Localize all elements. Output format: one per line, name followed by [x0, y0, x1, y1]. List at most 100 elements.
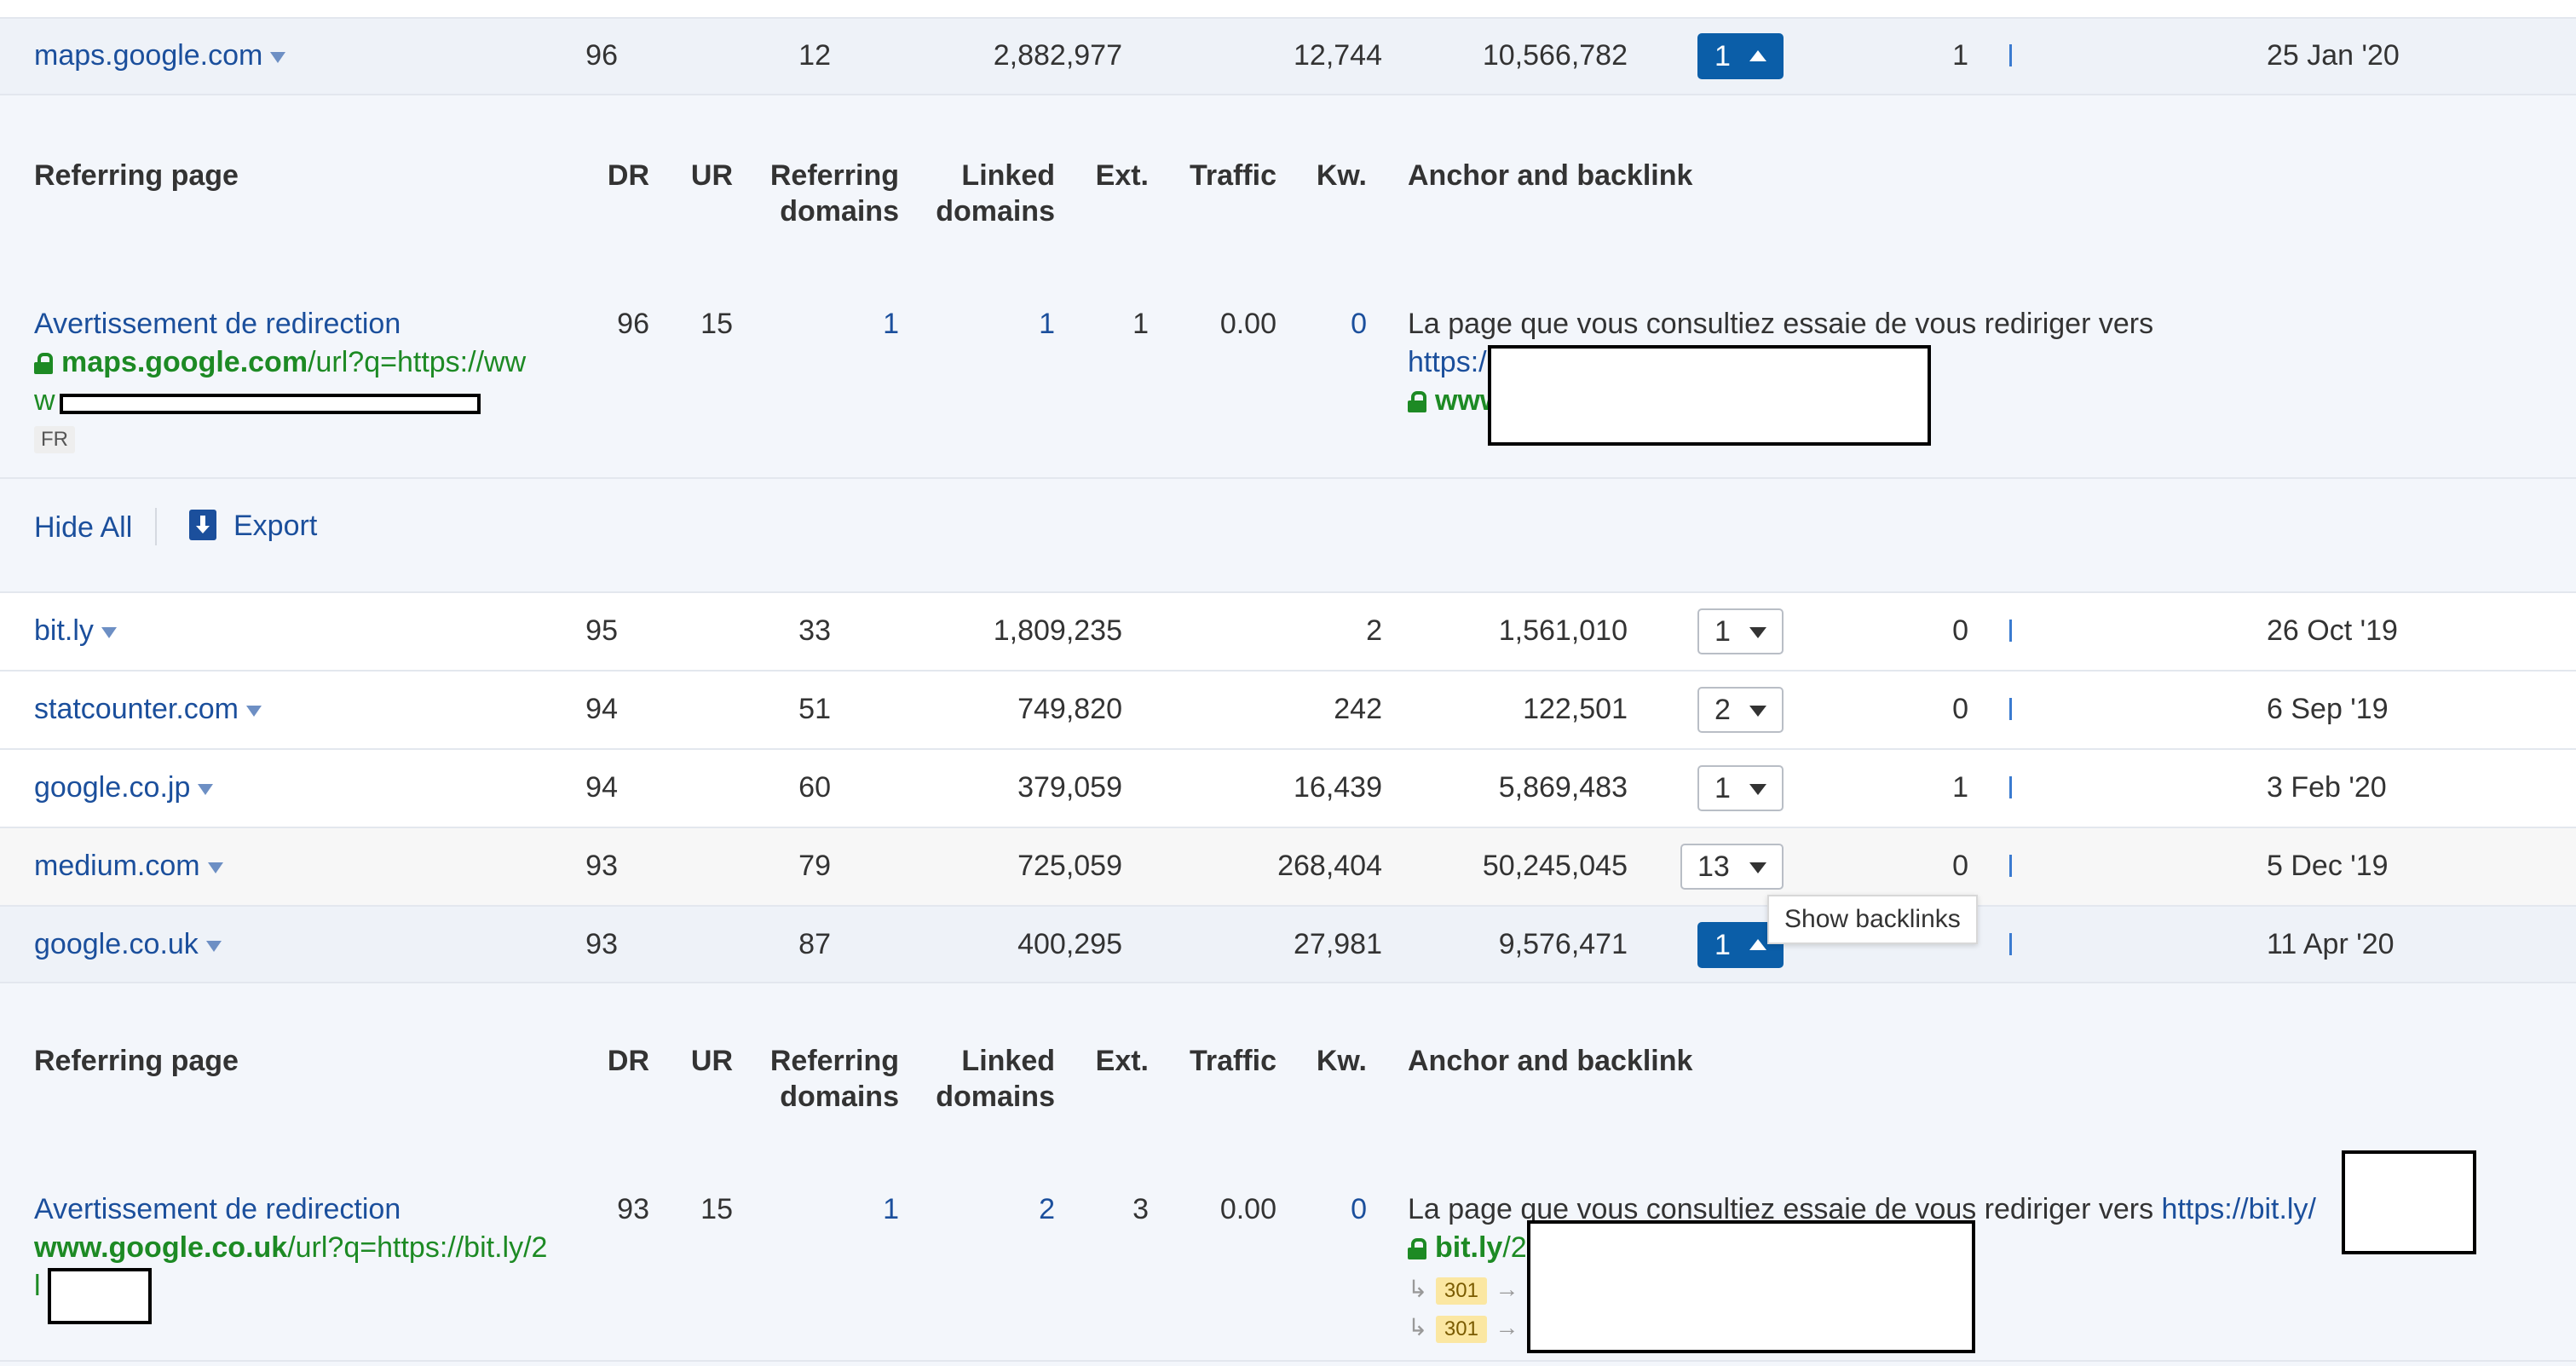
ur-value: 33	[798, 614, 831, 647]
ur-value: 12	[798, 39, 831, 72]
dr-value: 93	[585, 850, 618, 882]
ur-value: 15	[700, 308, 733, 340]
col-traffic[interactable]: Traffic	[1176, 1043, 1276, 1079]
linked-domains-value: 12,744	[1294, 39, 1382, 72]
backlinks-dropdown[interactable]: 1	[1697, 608, 1784, 654]
divider	[155, 508, 157, 545]
domain-link[interactable]: google.co.uk	[34, 928, 222, 961]
col-ext[interactable]: Ext.	[1082, 158, 1149, 193]
domain-link[interactable]: medium.com	[34, 850, 223, 883]
ur-value: 60	[798, 771, 831, 804]
anchor-link[interactable]: https://bit.ly/	[2162, 1193, 2316, 1225]
col-anchor[interactable]: Anchor and backlink	[1408, 158, 1692, 193]
chevron-up-icon	[1749, 50, 1766, 61]
arrow-right-icon: →	[1495, 1314, 1519, 1340]
chevron-down-icon	[1749, 706, 1766, 717]
redaction-box	[1488, 345, 1931, 446]
col-kw[interactable]: Kw.	[1304, 158, 1367, 193]
new-count: 0	[1952, 850, 1968, 882]
col-linked-domains[interactable]: Linked domains	[920, 158, 1055, 229]
backlinks-dropdown[interactable]: 13	[1680, 844, 1784, 890]
chevron-down-icon	[1749, 862, 1766, 873]
redirect-chain-item: ↳ 301 →	[1408, 1271, 1519, 1305]
redaction-box	[1527, 1220, 1975, 1353]
expanded-panel	[0, 983, 2576, 1366]
linked-domains-link[interactable]: 2	[920, 1193, 1055, 1226]
col-dr[interactable]: DR	[596, 1043, 649, 1079]
traffic-value: 122,501	[1523, 693, 1628, 725]
sparkline	[2009, 933, 2012, 955]
new-count: 0	[1952, 693, 1968, 725]
traffic-value: 10,566,782	[1482, 39, 1628, 72]
col-ext[interactable]: Ext.	[1082, 1043, 1149, 1079]
backlinks-dropdown[interactable]: 2	[1697, 687, 1784, 733]
chevron-down-icon[interactable]	[198, 783, 214, 795]
linked-domains-value: 2	[1366, 614, 1382, 647]
col-linked-domains[interactable]: Linked domains	[920, 1043, 1055, 1115]
ref-domains-value: 2,882,977	[993, 39, 1122, 72]
hide-all-button[interactable]: Hide All	[34, 511, 132, 545]
domain-link[interactable]: maps.google.com	[34, 39, 286, 72]
chevron-down-icon[interactable]	[207, 862, 223, 873]
sparkline	[2009, 855, 2012, 877]
chevron-down-icon[interactable]	[270, 51, 286, 63]
domain-link[interactable]: statcounter.com	[34, 693, 262, 726]
col-dr[interactable]: DR	[596, 158, 649, 193]
redaction-box	[2342, 1150, 2476, 1254]
linked-domains-value: 27,981	[1294, 928, 1382, 960]
linked-domains-link[interactable]: 1	[920, 308, 1055, 341]
domain-link[interactable]: google.co.jp	[34, 771, 214, 804]
redaction-box	[60, 394, 481, 414]
ref-domains-value: 725,059	[1017, 850, 1122, 882]
chevron-down-icon[interactable]	[205, 940, 222, 952]
ref-domains-link[interactable]: 1	[750, 1193, 899, 1226]
col-ur[interactable]: UR	[673, 1043, 733, 1079]
backlinks-dropdown[interactable]: 1	[1697, 33, 1784, 79]
ur-value: 87	[798, 928, 831, 960]
col-referring-page[interactable]: Referring page	[34, 1043, 239, 1079]
col-ref-domains[interactable]: Referring domains	[750, 158, 899, 229]
language-badge: FR	[34, 426, 75, 453]
ur-value: 51	[798, 693, 831, 725]
lock-icon	[34, 353, 53, 374]
col-ur[interactable]: UR	[673, 158, 733, 193]
lock-icon	[1408, 391, 1426, 412]
sparkline	[2009, 44, 2012, 66]
kw-link[interactable]: 0	[1304, 1193, 1367, 1226]
referring-page-title[interactable]: Avertissement de redirection	[34, 1193, 401, 1226]
referring-page-url[interactable]: www.google.co.uk/url?q=https://bit.ly/2	[34, 1231, 547, 1265]
sparkline	[2009, 620, 2012, 642]
referring-page-url[interactable]: maps.google.com/url?q=https://ww	[34, 346, 526, 379]
anchor-text: La page que vous consultiez essaie de vo…	[1408, 308, 2154, 340]
kw-link[interactable]: 0	[1304, 308, 1367, 341]
ref-domains-value: 379,059	[1017, 771, 1122, 804]
dr-value: 95	[585, 614, 618, 647]
linked-domains-value: 242	[1334, 693, 1382, 725]
anchor-link[interactable]: https:/	[1408, 346, 1487, 379]
col-referring-page[interactable]: Referring page	[34, 158, 239, 193]
ref-domains-link[interactable]: 1	[750, 308, 899, 341]
traffic-value: 1,561,010	[1498, 614, 1628, 647]
traffic-value: 5,869,483	[1498, 771, 1628, 804]
chevron-down-icon	[1749, 627, 1766, 638]
backlinks-dropdown[interactable]: 1	[1697, 765, 1784, 811]
referring-page-url-line2[interactable]: l	[34, 1270, 41, 1303]
domain-link[interactable]: bit.ly	[34, 614, 117, 648]
download-icon	[189, 510, 216, 540]
export-button[interactable]: Export	[189, 510, 317, 543]
backlink-target[interactable]: bit.ly/2	[1408, 1231, 1527, 1265]
referring-page-url-line2[interactable]: w	[34, 384, 55, 418]
referring-page-title[interactable]: Avertissement de redirection	[34, 308, 401, 341]
redirect-arrow-icon: ↳	[1408, 1276, 1428, 1302]
col-anchor[interactable]: Anchor and backlink	[1408, 1043, 1692, 1079]
sparkline	[2009, 698, 2012, 720]
col-kw[interactable]: Kw.	[1304, 1043, 1367, 1079]
col-ref-domains[interactable]: Referring domains	[750, 1043, 899, 1115]
date-value: 5 Dec '19	[2267, 850, 2389, 882]
chevron-down-icon[interactable]	[246, 705, 262, 717]
ref-domains-value: 1,809,235	[993, 614, 1122, 647]
chevron-down-icon[interactable]	[101, 626, 117, 638]
ur-value: 15	[700, 1193, 733, 1225]
col-traffic[interactable]: Traffic	[1176, 158, 1276, 193]
redirect-code-badge: 301	[1435, 1277, 1487, 1305]
